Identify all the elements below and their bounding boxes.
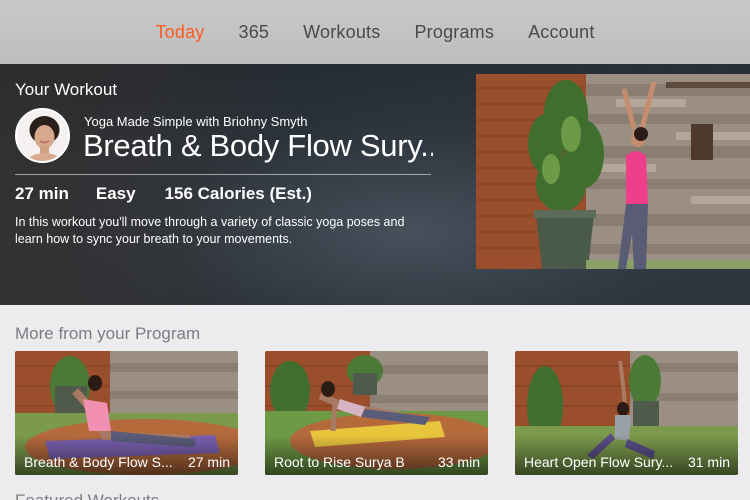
- difficulty-stat: Easy: [95, 184, 136, 203]
- section-title-featured-workouts: Featured Workouts: [15, 491, 159, 500]
- hero-divider: [15, 174, 431, 175]
- nav-tab-workouts[interactable]: Workouts: [286, 22, 397, 43]
- nav-tab-today[interactable]: Today: [138, 22, 221, 43]
- nav-tab-account[interactable]: Account: [511, 22, 611, 43]
- card-duration: 31 min: [687, 454, 730, 470]
- card-title: Breath & Body Flow S...: [24, 454, 173, 470]
- workout-description: In this workout you'll move through a va…: [15, 215, 405, 246]
- card-title: Heart Open Flow Sury...: [524, 454, 674, 470]
- card-duration: 27 min: [187, 454, 230, 470]
- workout-thumbnail[interactable]: [476, 74, 750, 269]
- duration-stat: 27 min: [15, 184, 69, 203]
- card-duration: 33 min: [437, 454, 480, 470]
- nav-tab-365[interactable]: 365: [222, 22, 287, 43]
- nav-tab-programs[interactable]: Programs: [397, 22, 511, 43]
- workout-title: Breath & Body Flow Sury...: [83, 128, 433, 163]
- program-card[interactable]: Root to Rise Surya B 33 min: [265, 351, 488, 475]
- your-workout-hero[interactable]: Your Workout Yoga Made Simple with Brioh…: [0, 64, 750, 305]
- hero-label: Your Workout: [15, 80, 118, 99]
- instructor-avatar: [15, 108, 70, 163]
- calories-stat: 156 Calories (Est.): [164, 184, 312, 203]
- program-card[interactable]: Breath & Body Flow S... 27 min: [15, 351, 238, 475]
- card-title: Root to Rise Surya B: [274, 454, 405, 470]
- workout-stats: 27 min Easy 156 Calories (Est.): [15, 184, 312, 204]
- section-title-more-from-program: More from your Program: [15, 324, 201, 343]
- top-navigation: Today 365 Workouts Programs Account: [0, 0, 750, 64]
- program-card[interactable]: Heart Open Flow Sury... 31 min: [515, 351, 738, 475]
- program-name: Yoga Made Simple with Briohny Smyth: [84, 114, 308, 129]
